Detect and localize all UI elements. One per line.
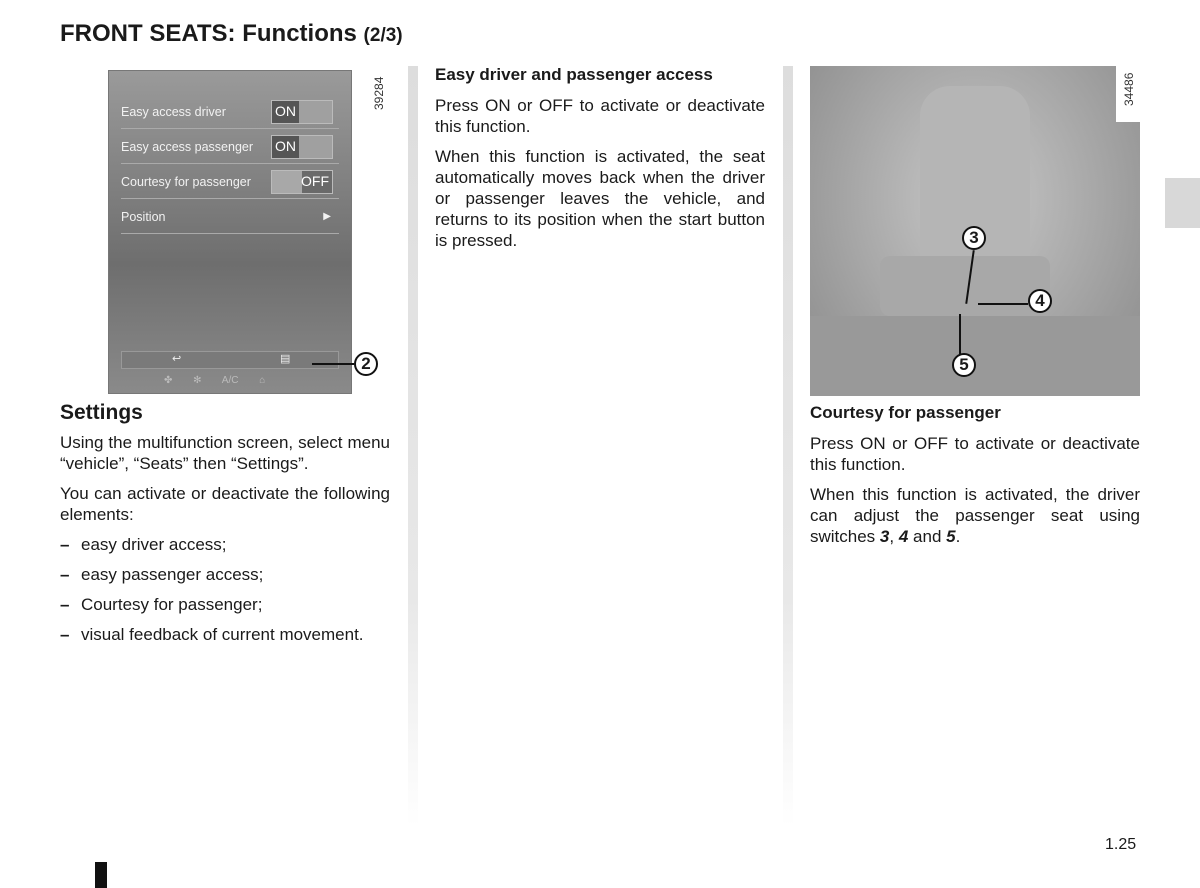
callout-3: 3 [962, 226, 986, 250]
toggle: ON [271, 135, 333, 159]
figure-code: 34486 [1122, 72, 1136, 106]
menu-list-icon: ▤ [280, 353, 291, 365]
screen-bottom-bar: ↩ ▤ [121, 351, 339, 369]
seat-cushion [880, 256, 1050, 316]
defrost-icon: ⌂ [259, 375, 266, 386]
page-marker [95, 862, 107, 888]
section-heading: Courtesy for passenger [810, 403, 1001, 422]
list-item: visual feedback of current movement. [60, 624, 390, 645]
list-item: easy passenger access; [60, 564, 390, 585]
list-item: Courtesy for passenger; [60, 594, 390, 615]
figure-code: 39284 [372, 76, 386, 110]
chapter-tab [1165, 178, 1200, 228]
air-flow-icon: ✻ [193, 375, 202, 386]
page-title: FRONT SEATS: Functions (2/3) [60, 20, 403, 47]
callout-5: 5 [952, 353, 976, 377]
callout-2: 2 [354, 352, 378, 376]
callout-line [312, 363, 354, 365]
fan-icon: ✤ [164, 375, 173, 386]
section-heading: Easy driver and passenger access [435, 65, 713, 84]
multifunction-screen-figure: Easy access driver ON Easy access passeng… [108, 70, 352, 394]
back-icon: ↩ [172, 353, 182, 365]
callout-line [959, 314, 961, 354]
setting-row-courtesy: Courtesy for passenger OFF [121, 165, 339, 199]
chevron-right-icon: ▶ [323, 211, 331, 222]
setting-row-easy-access-passenger: Easy access passenger ON [121, 130, 339, 164]
right-column: Courtesy for passenger Press ON or OFF t… [810, 403, 1140, 546]
toggle: OFF [271, 170, 333, 194]
page-number: 1.25 [1105, 836, 1137, 853]
section-heading: Settings [60, 401, 143, 424]
callout-line [978, 303, 1028, 305]
toggle: ON [271, 100, 333, 124]
column-divider [408, 66, 418, 826]
element-list: easy driver access; easy passenger acces… [60, 534, 390, 645]
setting-row-easy-access-driver: Easy access driver ON [121, 95, 339, 129]
left-column: Settings Using the multifunction screen,… [60, 402, 390, 654]
middle-column: Easy driver and passenger access Press O… [435, 65, 765, 250]
door-sill [810, 316, 1140, 396]
column-divider [783, 66, 793, 826]
callout-4: 4 [1028, 289, 1052, 313]
climate-bar: ✤ ✻ A/C ⌂ [164, 375, 266, 386]
list-item: easy driver access; [60, 534, 390, 555]
setting-row-position: Position ▶ [121, 200, 339, 234]
